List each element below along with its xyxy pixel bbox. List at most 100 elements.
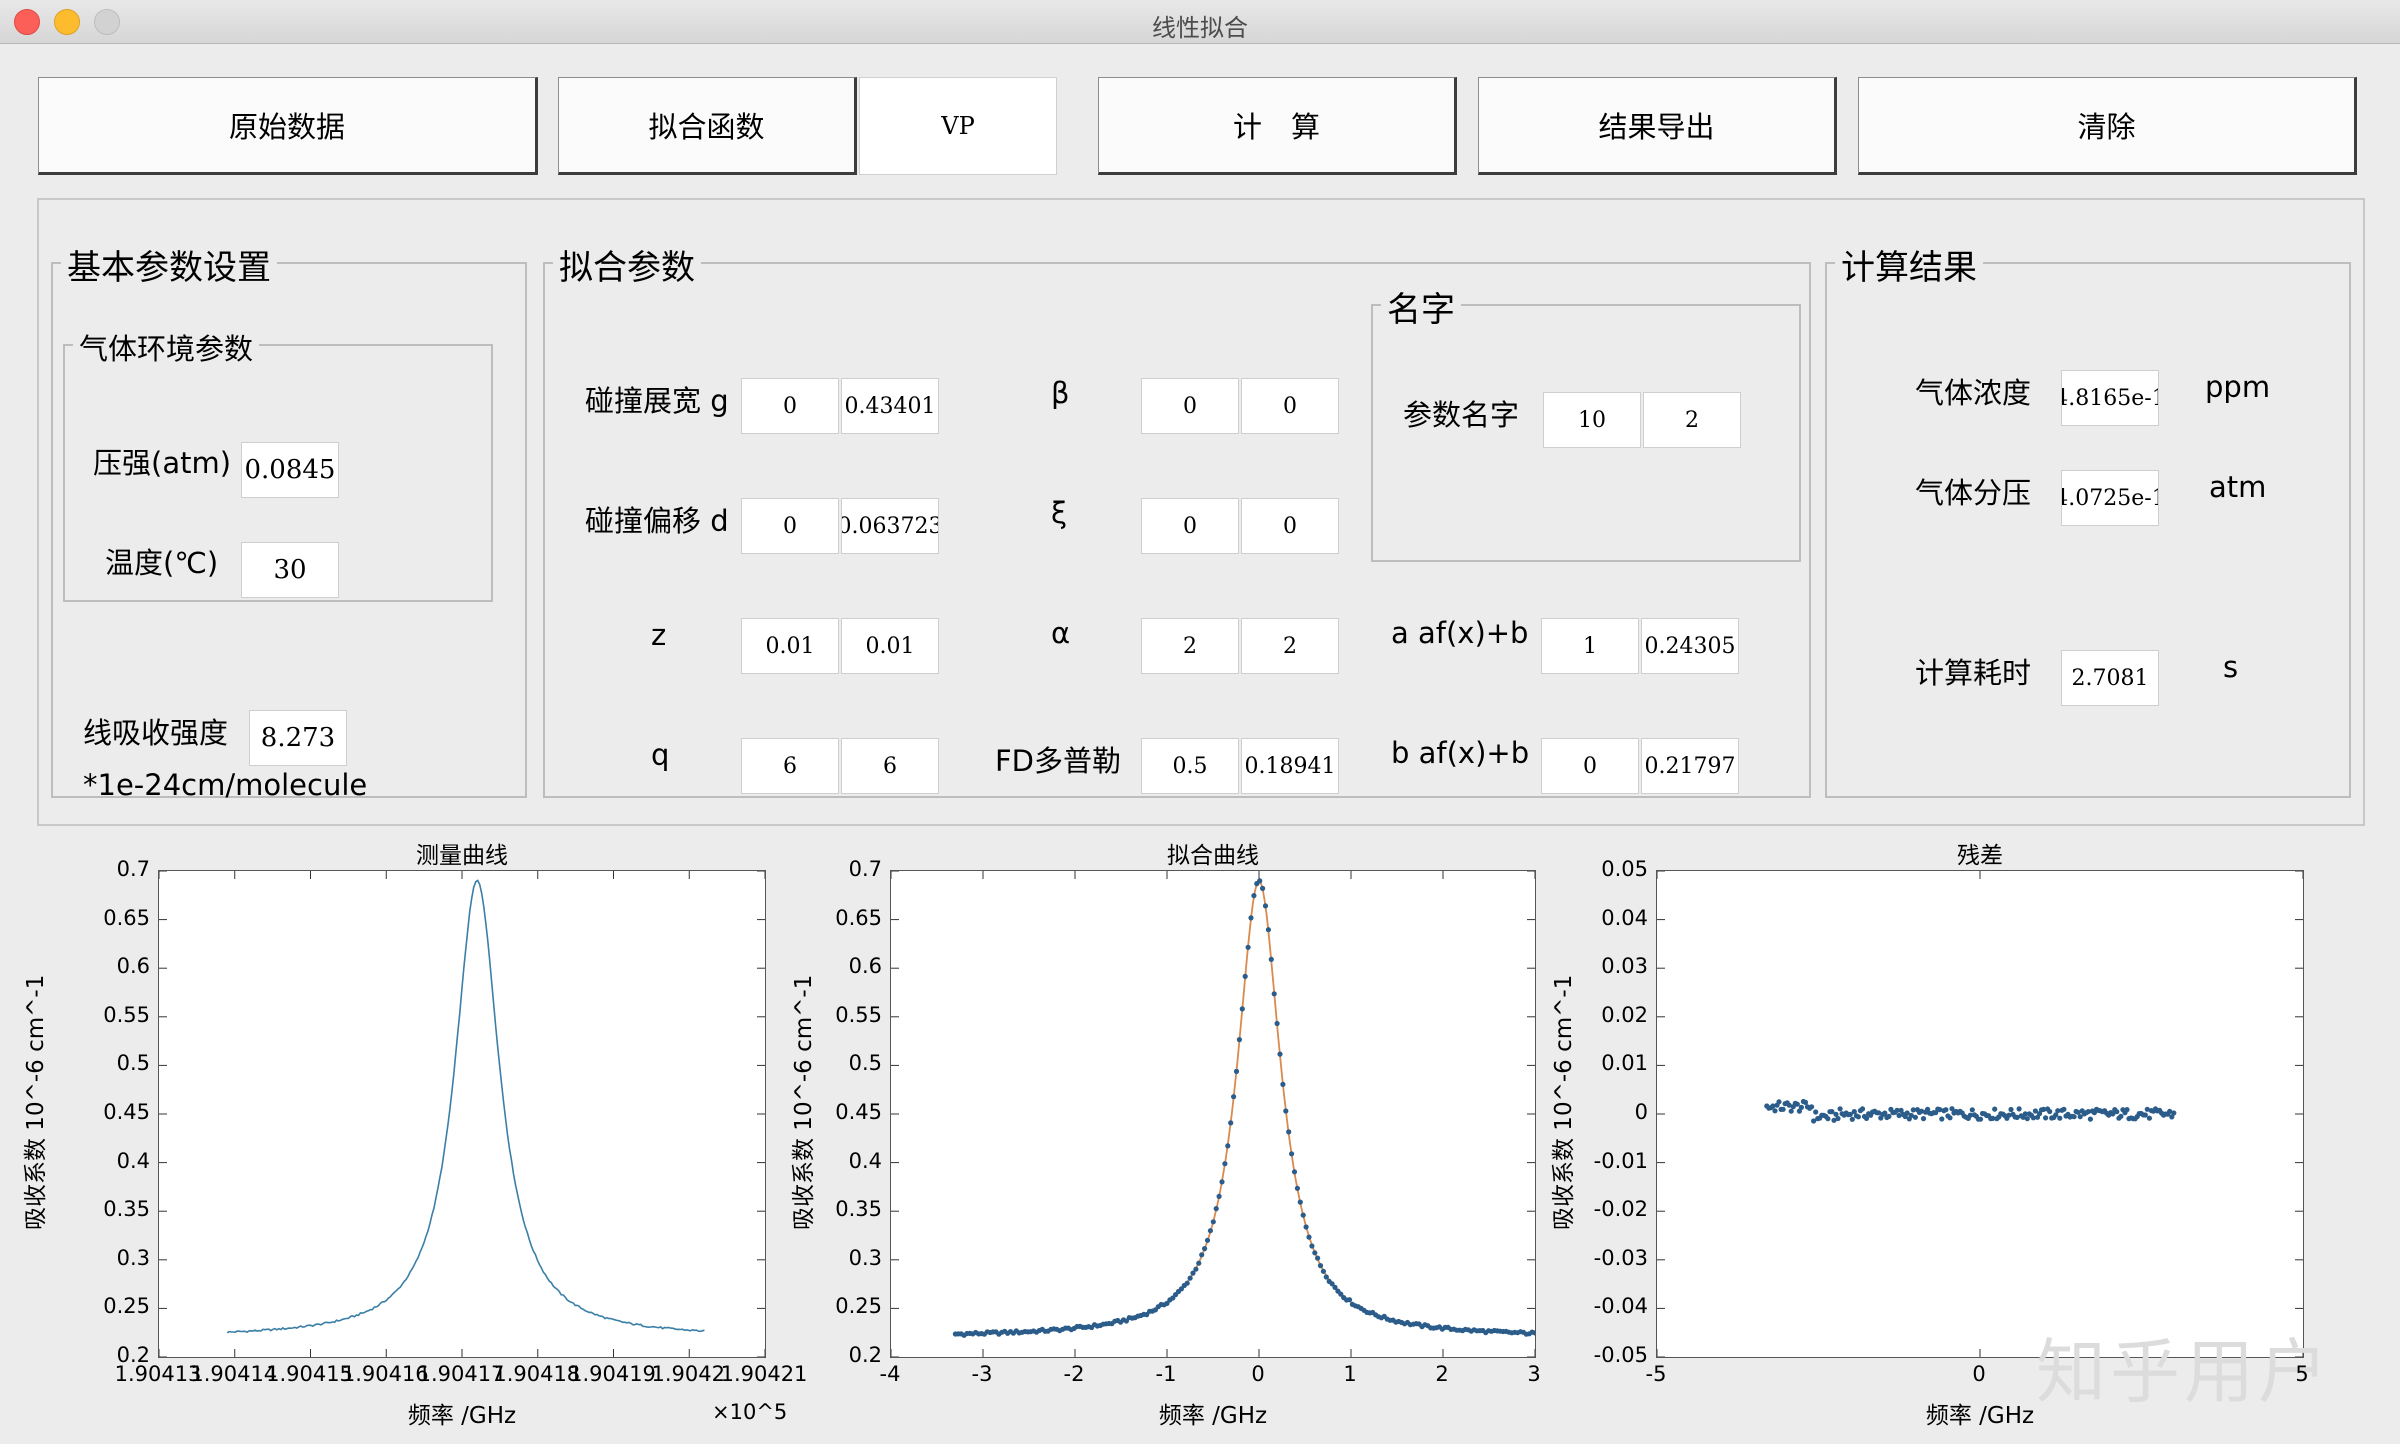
y-tick-label: 0.7 (848, 857, 882, 881)
basic-settings-group: 基本参数设置 气体环境参数 压强(atm) 0.0845 温度(℃) 30 线吸… (51, 240, 527, 802)
export-results-button[interactable]: 结果导出 (1478, 77, 1837, 175)
name-group: 名字 参数名字 10 2 (1371, 282, 1801, 562)
partial-pressure-label: 气体分压 (1915, 476, 2032, 510)
fit-param-doppler-min[interactable]: 0.5 (1141, 738, 1239, 794)
y-tick-label: 0.55 (103, 1002, 150, 1027)
pressure-label: 压强(atm) (93, 446, 232, 480)
x-tick-label: 1.90421 (720, 1362, 808, 1386)
concentration-label: 气体浓度 (1915, 376, 2032, 410)
residual-point (1969, 1107, 1975, 1113)
fit-curve-svg (891, 871, 1535, 1357)
residual-svg (1657, 871, 2303, 1357)
measured-curve-x-multiplier: ×10^5 (712, 1400, 788, 1424)
y-tick-label: -0.02 (1593, 1197, 1648, 1222)
b-coefficient-v2[interactable]: 0.21797 (1641, 738, 1739, 794)
x-tick-label: -3 (971, 1362, 993, 1386)
fit-param-g-value[interactable]: 0.43401 (841, 378, 939, 434)
clear-button[interactable]: 清除 (1858, 77, 2357, 175)
a-coefficient-v1[interactable]: 1 (1541, 618, 1639, 674)
residual-point (1772, 1108, 1778, 1114)
partial-pressure-output[interactable]: 4.0725e-1 (2061, 470, 2159, 526)
residual-point (2146, 1115, 2152, 1121)
compute-time-label: 计算耗时 (1915, 656, 2032, 690)
fit-curve-xlabel: 频率 /GHz (1158, 1403, 1268, 1429)
residual-point (2016, 1106, 2022, 1112)
fit-param-xi-min[interactable]: 0 (1141, 498, 1239, 554)
fit-function-button[interactable]: 拟合函数 (558, 77, 857, 175)
fit-data-point (1265, 927, 1271, 933)
x-tick-label: -2 (1063, 1362, 1085, 1386)
fit-function-field[interactable]: VP (859, 77, 1057, 175)
results-title: 计算结果 (1835, 240, 1983, 289)
fit-data-point (1231, 1094, 1237, 1100)
fit-data-point (1286, 1129, 1292, 1135)
y-tick-label: 0.35 (103, 1197, 150, 1222)
residual-point (1776, 1099, 1782, 1105)
fit-data-point (1245, 944, 1251, 950)
y-tick-label: 0.65 (835, 905, 882, 930)
fit-data-point (1294, 1185, 1300, 1191)
y-tick-label: 0.6 (116, 954, 150, 979)
residual-plot[interactable] (1656, 870, 2304, 1358)
y-tick-label: 0.45 (103, 1100, 150, 1124)
fit-data-point (1196, 1260, 1202, 1266)
pressure-input[interactable]: 0.0845 (241, 442, 339, 498)
b-coefficient-v1[interactable]: 0 (1541, 738, 1639, 794)
param-name-label: 参数名字 (1403, 398, 1520, 432)
y-tick-label: 0.2 (848, 1343, 882, 1367)
x-tick-label: 1.90419 (569, 1362, 656, 1386)
measured-curve-plot[interactable] (158, 870, 766, 1358)
param-name-v2[interactable]: 2 (1643, 392, 1741, 448)
residual-point (1943, 1107, 1949, 1113)
line-strength-label: 线吸收强度 (83, 716, 229, 750)
title-bar: 线性拟合 (0, 0, 2400, 44)
fit-data-point (1306, 1234, 1312, 1240)
y-tick-label: 0.35 (835, 1197, 882, 1222)
x-tick-label: 1.90417 (417, 1362, 505, 1386)
fit-param-z-min[interactable]: 0.01 (741, 618, 839, 674)
fit-param-q-value[interactable]: 6 (841, 738, 939, 794)
fit-data-point (1317, 1263, 1324, 1269)
fit-param-xi-value[interactable]: 0 (1241, 498, 1339, 554)
a-coefficient-v2[interactable]: 0.24305 (1641, 618, 1739, 674)
fit-param-beta-min[interactable]: 0 (1141, 378, 1239, 434)
residual-point (2171, 1110, 2177, 1116)
residual-point (1835, 1115, 1841, 1122)
fit-data-point (1309, 1243, 1315, 1249)
temperature-label: 温度(℃) (105, 546, 219, 580)
fit-param-q-min[interactable]: 6 (741, 738, 839, 794)
fit-param-g-min[interactable]: 0 (741, 378, 839, 434)
line-strength-input[interactable]: 8.273 (249, 710, 347, 766)
compute-button[interactable]: 计 算 (1098, 77, 1457, 175)
fit-param-z-value[interactable]: 0.01 (841, 618, 939, 674)
residual-ylabel: 吸收系数 10^-6 cm^-1 (1551, 974, 1577, 1230)
fit-curve-plot[interactable] (890, 870, 1536, 1358)
residual-point (1939, 1116, 1945, 1122)
fit-param-d-min[interactable]: 0 (741, 498, 839, 554)
fit-param-label-beta: β (1051, 376, 1070, 410)
residual-point (2124, 1107, 2130, 1113)
fit-param-alpha-min[interactable]: 2 (1141, 618, 1239, 674)
fit-data-point (1236, 1037, 1242, 1043)
x-tick-label: 2 (1435, 1362, 1449, 1386)
fit-data-point (1303, 1224, 1309, 1230)
fit-param-d-value[interactable]: 0.063723 (841, 498, 939, 554)
compute-time-output[interactable]: 2.7081 (2061, 650, 2159, 706)
temperature-input[interactable]: 30 (241, 542, 339, 598)
residual-point (2114, 1109, 2120, 1115)
fit-data-point (1216, 1193, 1222, 1199)
x-tick-label: 1.90418 (493, 1362, 581, 1386)
residual-point (1788, 1108, 1794, 1114)
fit-param-alpha-value[interactable]: 2 (1241, 618, 1339, 674)
fit-data-point (1184, 1280, 1190, 1286)
raw-data-button[interactable]: 原始数据 (38, 77, 538, 175)
param-name-v1[interactable]: 10 (1543, 392, 1641, 448)
compute-time-unit: s (2223, 650, 2239, 684)
y-tick-label: 0.3 (848, 1245, 882, 1270)
residual-point (1886, 1113, 1892, 1119)
fit-param-beta-value[interactable]: 0 (1241, 378, 1339, 434)
fit-param-doppler-value[interactable]: 0.18941 (1241, 738, 1339, 794)
concentration-output[interactable]: 4.8165e-1 (2061, 370, 2159, 426)
fit-data-point (1207, 1228, 1213, 1234)
fit-curve-line (955, 879, 1535, 1335)
